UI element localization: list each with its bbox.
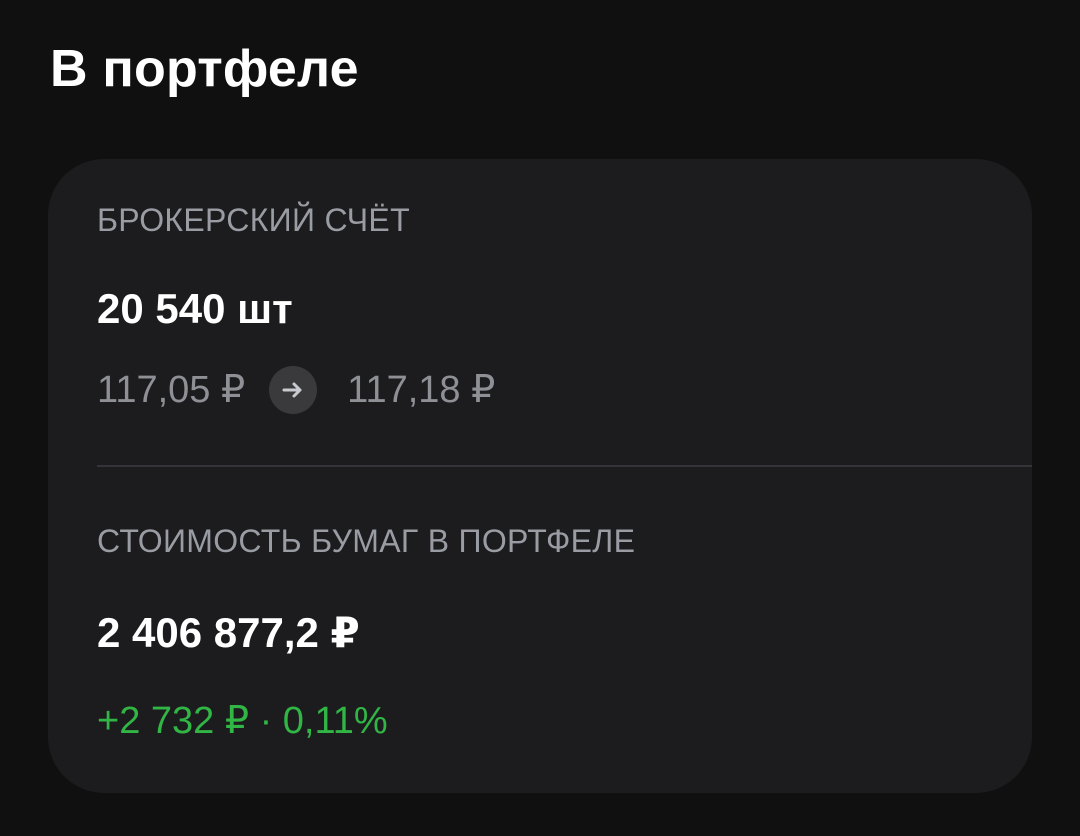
portfolio-card: БРОКЕРСКИЙ СЧЁТ 20 540 шт 117,05 ₽ 117,1… (48, 159, 1032, 793)
price-change-row: 117,05 ₽ 117,18 ₽ (97, 365, 495, 415)
divider (97, 465, 1032, 467)
portfolio-screen: В портфеле БРОКЕРСКИЙ СЧЁТ 20 540 шт 117… (0, 0, 1080, 836)
portfolio-value: 2 406 877,2 ₽ (97, 609, 360, 656)
portfolio-change: +2 732 ₽ · 0,11% (97, 700, 388, 742)
current-price: 117,18 ₽ (347, 369, 496, 411)
portfolio-value-caption: СТОИМОСТЬ БУМАГ В ПОРТФЕЛЕ (97, 523, 636, 559)
section-title: В портфеле (50, 40, 359, 98)
quantity-value: 20 540 шт (97, 285, 293, 332)
average-price: 117,05 ₽ (97, 369, 246, 411)
broker-account-caption: БРОКЕРСКИЙ СЧЁТ (97, 202, 410, 238)
arrow-right-icon (269, 366, 318, 414)
